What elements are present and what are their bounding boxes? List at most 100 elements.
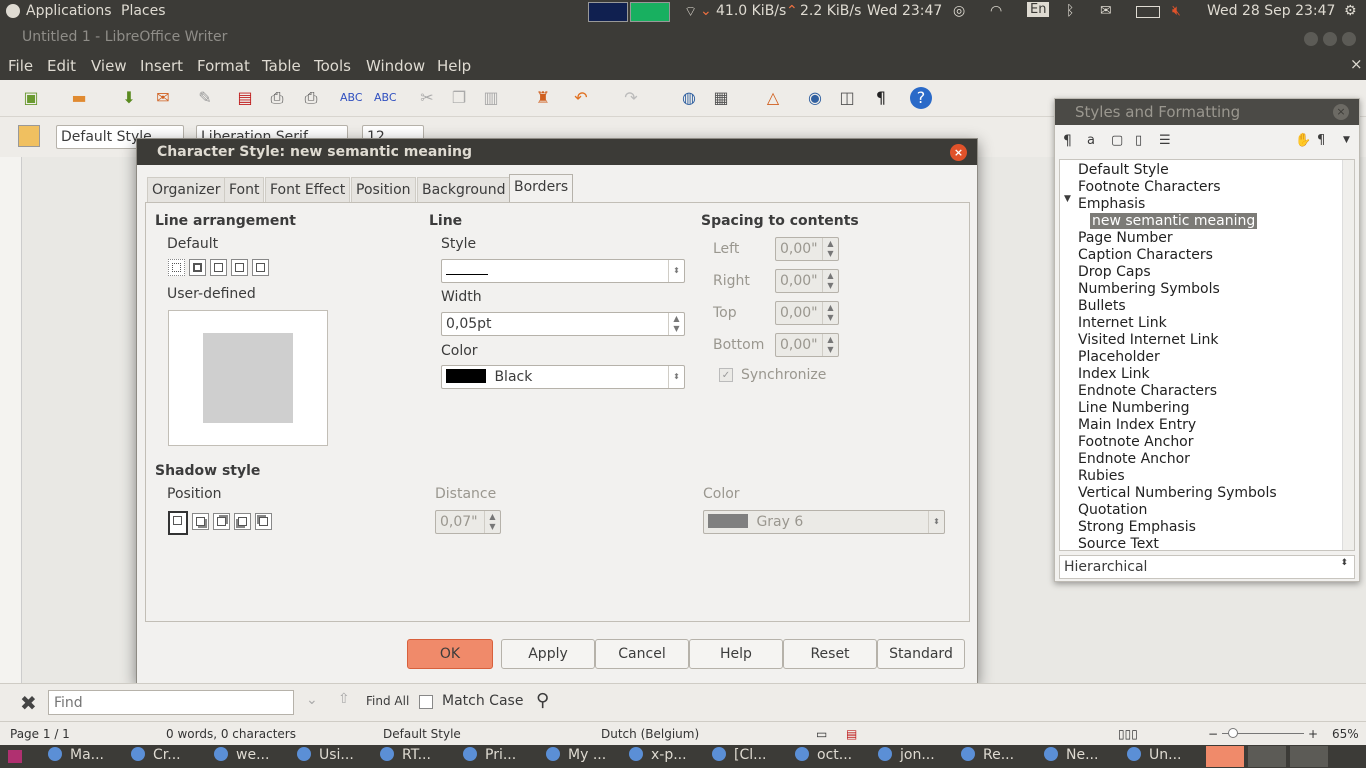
reset-button[interactable]: Reset [783, 639, 877, 669]
style-item[interactable]: Caption Characters [1078, 247, 1213, 263]
menu-edit[interactable]: Edit [47, 57, 76, 75]
style-item[interactable]: Source Text [1078, 536, 1159, 550]
taskbar-window-button[interactable]: Cr... [131, 747, 211, 767]
ok-button[interactable]: OK [407, 639, 493, 669]
mail-icon[interactable]: ✉ [1100, 3, 1112, 19]
taskbar-window-button[interactable]: we... [214, 747, 294, 767]
draw-functions-icon[interactable]: △ [762, 87, 784, 109]
spellcheck-icon[interactable]: ABC [340, 87, 363, 109]
page-style[interactable]: Default Style [383, 727, 461, 741]
sync-icon[interactable]: ◎ [953, 3, 965, 19]
gallery-icon[interactable]: ◫ [836, 87, 858, 109]
cancel-button[interactable]: Cancel [595, 639, 689, 669]
line-color-combo[interactable]: Black ⬍ [441, 365, 685, 389]
cut-icon[interactable]: ✂ [416, 87, 438, 109]
document-modified-icon[interactable]: ▤ [846, 727, 857, 741]
selection-mode-icon[interactable]: ▭ [816, 727, 827, 741]
menu-tools[interactable]: Tools [314, 57, 351, 75]
taskbar-window-button[interactable]: Re... [961, 747, 1041, 767]
close-icon[interactable]: × [950, 144, 967, 161]
table-icon[interactable]: ▦ [710, 87, 732, 109]
styles-list[interactable]: Default Style Footnote Characters Emphasis… [1059, 159, 1355, 551]
formatting-marks-icon[interactable]: ¶ [870, 87, 892, 109]
taskbar-window-button[interactable]: Pri... [463, 747, 543, 767]
tab-organizer[interactable]: Organizer [147, 177, 226, 203]
menu-table[interactable]: Table [262, 57, 301, 75]
taskbar-window-button[interactable]: Un... [1127, 747, 1207, 767]
taskbar-window-button[interactable]: Ne... [1044, 747, 1124, 767]
style-item[interactable]: Footnote Anchor [1078, 434, 1194, 450]
spin-buttons[interactable]: ▲ ▼ [668, 313, 684, 335]
shadow-none-button[interactable] [168, 511, 188, 535]
style-item[interactable]: Vertical Numbering Symbols [1078, 485, 1277, 501]
shadow-distance-field[interactable]: 0,07" ▲ ▼ [435, 510, 501, 534]
wifi-icon[interactable]: ◠ [990, 3, 1002, 19]
taskbar-window-button[interactable]: Usi... [297, 747, 377, 767]
style-item[interactable]: Endnote Characters [1078, 383, 1217, 399]
word-count[interactable]: 0 words, 0 characters [166, 727, 296, 741]
taskbar-window-button[interactable]: oct... [795, 747, 875, 767]
language[interactable]: Dutch (Belgium) [601, 727, 699, 741]
border-preset-top-bottom[interactable] [231, 259, 248, 276]
shadow-color-combo[interactable]: Gray 6 ⬍ [703, 510, 945, 534]
character-styles-icon[interactable]: a [1087, 133, 1095, 148]
style-item[interactable]: Index Link [1078, 366, 1150, 382]
menu-view[interactable]: View [91, 57, 127, 75]
help-button[interactable]: Help [689, 639, 783, 669]
page-styles-icon[interactable]: ▯ [1135, 133, 1142, 148]
expand-triangle-icon[interactable]: ▼ [1064, 194, 1071, 204]
styles-filter-combo[interactable]: Hierarchical ⬍ [1059, 555, 1355, 579]
places-menu[interactable]: Places [121, 3, 166, 19]
style-item[interactable]: Footnote Characters [1078, 179, 1221, 195]
spin-buttons[interactable]: ▲ ▼ [822, 334, 838, 356]
close-document-icon[interactable]: × [1350, 55, 1363, 73]
battery-icon[interactable] [1136, 6, 1160, 18]
style-item[interactable]: Emphasis [1078, 196, 1145, 212]
shadow-top-right-button[interactable] [213, 513, 230, 530]
style-item[interactable]: Quotation [1078, 502, 1147, 518]
style-item[interactable]: Strong Emphasis [1078, 519, 1196, 535]
spin-buttons[interactable]: ▲ ▼ [822, 302, 838, 324]
styles-and-formatting-icon[interactable] [18, 125, 40, 147]
fill-format-icon[interactable]: ✋ [1295, 133, 1311, 148]
spin-buttons[interactable]: ▲ ▼ [484, 511, 500, 533]
hyperlink-icon[interactable]: ◍ [678, 87, 700, 109]
zoom-level[interactable]: 65% [1332, 727, 1359, 741]
spacing-bottom-field[interactable]: 0,00" ▲ ▼ [775, 333, 839, 357]
undo-icon[interactable]: ↶ [570, 87, 592, 109]
find-replace-icon[interactable]: ⚲ [536, 690, 549, 711]
border-preset-all[interactable] [189, 259, 206, 276]
border-preset-left-right[interactable] [210, 259, 227, 276]
list-styles-icon[interactable]: ☰ [1159, 133, 1171, 148]
print-icon[interactable]: ⎙ [266, 87, 288, 109]
tab-borders[interactable]: Borders [509, 174, 574, 203]
close-icon[interactable]: × [1333, 104, 1349, 120]
taskbar-window-button[interactable]: jon... [878, 747, 958, 767]
shadow-bottom-left-button[interactable] [234, 513, 251, 530]
close-window-button[interactable] [1342, 32, 1356, 46]
taskbar-window-button[interactable]: x-p... [629, 747, 709, 767]
style-item[interactable]: new semantic meaning [1090, 213, 1258, 229]
taskbar-window-button[interactable]: My ... [546, 747, 626, 767]
menu-insert[interactable]: Insert [140, 57, 183, 75]
menu-format[interactable]: Format [197, 57, 250, 75]
clone-formatting-icon[interactable]: ♜ [532, 87, 554, 109]
workspace-2[interactable] [1248, 746, 1286, 767]
navigator-icon[interactable]: ◉ [804, 87, 826, 109]
style-item[interactable]: Rubies [1078, 468, 1125, 484]
minimize-button[interactable] [1304, 32, 1318, 46]
applications-menu[interactable]: Applications [26, 3, 112, 19]
new-style-icon[interactable]: ¶ [1317, 133, 1325, 148]
shadow-bottom-right-button[interactable] [192, 513, 209, 530]
user-defined-border-preview[interactable] [168, 310, 328, 446]
styles-list-scrollbar[interactable] [1342, 160, 1354, 550]
zoom-slider-handle[interactable] [1228, 728, 1238, 738]
spacing-left-field[interactable]: 0,00" ▲ ▼ [775, 237, 839, 261]
save-icon[interactable]: ⬇ [118, 87, 140, 109]
shadow-top-left-button[interactable] [255, 513, 272, 530]
line-style-combo[interactable]: ⬍ [441, 259, 685, 283]
menu-window[interactable]: Window [366, 57, 425, 75]
style-item[interactable]: Endnote Anchor [1078, 451, 1190, 467]
line-width-field[interactable]: 0,05pt ▲ ▼ [441, 312, 685, 336]
view-layout-icon[interactable]: ▯▯▯ [1118, 727, 1138, 741]
